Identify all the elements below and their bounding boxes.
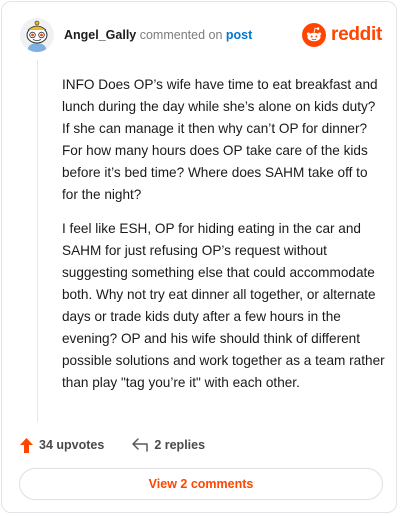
comment-paragraph-1: INFO Does OP’s wife have time to eat bre…	[62, 77, 378, 202]
upvote-arrow-icon	[20, 437, 33, 453]
upvote-count: 34 upvotes	[39, 438, 105, 452]
thread-line[interactable]	[37, 60, 38, 422]
action-text: commented on	[139, 28, 223, 42]
reply-arrow-icon	[132, 438, 149, 452]
reddit-wordmark: reddit	[331, 24, 382, 45]
username-link[interactable]: Angel_Gally	[64, 28, 136, 42]
comment-paragraph-2: I feel like ESH, OP for hiding eating in…	[62, 221, 385, 390]
comment-footer: 34 upvotes 2 replies	[20, 434, 205, 456]
comment-card: Angel_Gally commented on post reddit INF…	[1, 1, 397, 513]
replies-button[interactable]: 2 replies	[132, 438, 205, 452]
post-link[interactable]: post	[226, 28, 252, 42]
user-avatar[interactable]	[20, 18, 54, 52]
view-comments-button[interactable]: View 2 comments	[19, 468, 383, 500]
reddit-brand[interactable]: reddit	[302, 22, 382, 48]
reddit-logo-icon	[302, 23, 327, 47]
comment-meta: Angel_Gally commented on post	[64, 28, 252, 42]
comment-header: Angel_Gally commented on post reddit	[20, 18, 382, 54]
reply-count: 2 replies	[154, 438, 206, 452]
upvote-button[interactable]: 34 upvotes	[20, 437, 105, 453]
comment-body: INFO Does OP’s wife have time to eat bre…	[62, 74, 386, 406]
snoo-avatar-icon	[20, 18, 54, 52]
